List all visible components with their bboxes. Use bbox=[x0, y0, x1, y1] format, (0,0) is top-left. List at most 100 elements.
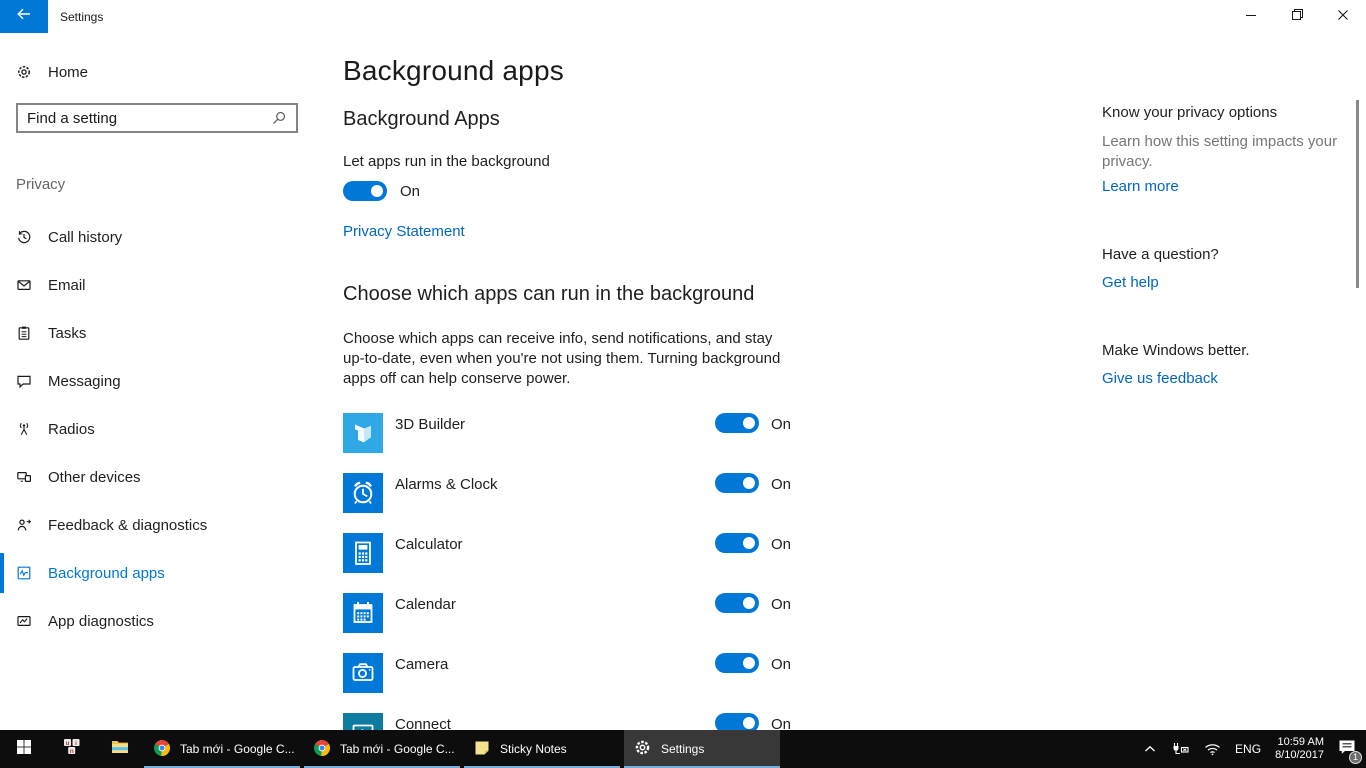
toggle-state-label: On bbox=[400, 183, 420, 200]
sidebar-item-feedback-diagnostics[interactable]: Feedback & diagnostics bbox=[0, 505, 343, 545]
learn-more-link[interactable]: Learn more bbox=[1102, 178, 1179, 195]
toggle-knob bbox=[371, 185, 383, 197]
settings-sidebar: Home Privacy Call history Email Tasks Me… bbox=[0, 33, 343, 730]
sidebar-item-label: Tasks bbox=[48, 325, 86, 342]
main-content: Background apps Background Apps Let apps… bbox=[343, 33, 1103, 730]
sidebar-item-call-history[interactable]: Call history bbox=[0, 217, 343, 257]
tray-date: 8/10/2017 bbox=[1275, 749, 1324, 762]
sidebar-item-background-apps[interactable]: Background apps bbox=[0, 553, 343, 593]
toggle-knob bbox=[743, 597, 755, 609]
search-input[interactable] bbox=[18, 110, 271, 127]
search-icon[interactable] bbox=[271, 110, 287, 126]
toggle-knob bbox=[743, 537, 755, 549]
restore-button[interactable] bbox=[1274, 0, 1320, 33]
back-button[interactable] bbox=[0, 0, 48, 33]
taskbar-button-settings[interactable]: Settings bbox=[624, 730, 780, 768]
sidebar-item-app-diagnostics[interactable]: App diagnostics bbox=[0, 601, 343, 641]
taskbar-button-sticky-notes[interactable]: Sticky Notes bbox=[464, 730, 620, 768]
app-toggle-state: On bbox=[771, 656, 791, 673]
choose-apps-description: Choose which apps can receive info, send… bbox=[343, 329, 795, 389]
make-windows-better-title: Make Windows better. bbox=[1102, 342, 1250, 359]
minimize-button[interactable] bbox=[1228, 0, 1274, 33]
unikey-keyboard-icon: uin bbox=[63, 738, 81, 760]
file-explorer-icon bbox=[111, 739, 129, 760]
file-explorer-button[interactable] bbox=[96, 730, 144, 768]
svg-text:u: u bbox=[66, 740, 70, 747]
wifi-icon[interactable] bbox=[1204, 743, 1221, 756]
call-history-icon bbox=[16, 229, 32, 245]
radios-icon bbox=[16, 421, 32, 437]
app-name: 3D Builder bbox=[395, 416, 465, 433]
camera-toggle[interactable] bbox=[715, 653, 759, 673]
sidebar-item-tasks[interactable]: Tasks bbox=[0, 313, 343, 353]
choose-apps-heading: Choose which apps can run in the backgro… bbox=[343, 283, 754, 306]
back-arrow-icon bbox=[16, 6, 32, 27]
selected-indicator-bar bbox=[0, 553, 4, 593]
sidebar-item-label: App diagnostics bbox=[48, 613, 154, 630]
taskbar-button-label: Tab mới - Google C... bbox=[180, 742, 295, 756]
clock[interactable]: 10:59 AM 8/10/2017 bbox=[1275, 736, 1324, 762]
close-icon bbox=[1337, 8, 1349, 26]
settings-gear-icon bbox=[634, 739, 651, 759]
sidebar-item-email[interactable]: Email bbox=[0, 265, 343, 305]
restore-icon bbox=[1291, 8, 1304, 26]
calendar-toggle[interactable] bbox=[715, 593, 759, 613]
sidebar-item-radios[interactable]: Radios bbox=[0, 409, 343, 449]
3d-builder-toggle[interactable] bbox=[715, 413, 759, 433]
app-name: Camera bbox=[395, 656, 448, 673]
page-title: Background apps bbox=[343, 55, 564, 87]
app-diagnostics-icon bbox=[16, 613, 32, 629]
system-tray: ENG 10:59 AM 8/10/2017 1 bbox=[1144, 730, 1366, 768]
alarms-clock-toggle[interactable] bbox=[715, 473, 759, 493]
messaging-icon bbox=[16, 373, 32, 389]
minimize-icon bbox=[1245, 8, 1257, 26]
vertical-scrollbar[interactable] bbox=[1356, 100, 1359, 288]
sidebar-home-label: Home bbox=[48, 64, 88, 81]
sidebar-item-label: Feedback & diagnostics bbox=[48, 517, 207, 534]
unikey-button[interactable]: uin bbox=[48, 730, 96, 768]
app-row-3d-builder: 3D Builder On bbox=[343, 413, 1103, 453]
app-name: Alarms & Clock bbox=[395, 476, 498, 493]
language-indicator[interactable]: ENG bbox=[1235, 742, 1261, 756]
sidebar-item-other-devices[interactable]: Other devices bbox=[0, 457, 343, 497]
taskbar-button-label: Sticky Notes bbox=[500, 742, 567, 756]
app-row-camera: Camera On bbox=[343, 653, 1103, 693]
chrome-icon bbox=[154, 740, 170, 759]
close-button[interactable] bbox=[1320, 0, 1366, 33]
sidebar-item-label: Radios bbox=[48, 421, 95, 438]
app-toggle-state: On bbox=[771, 536, 791, 553]
taskbar-button-chrome-1[interactable]: Tab mới - Google C... bbox=[144, 730, 300, 768]
calendar-app-icon bbox=[343, 593, 383, 633]
calculator-toggle[interactable] bbox=[715, 533, 759, 553]
give-feedback-link[interactable]: Give us feedback bbox=[1102, 370, 1218, 387]
toggle-knob bbox=[743, 417, 755, 429]
power-plug-icon[interactable] bbox=[1170, 742, 1190, 756]
taskbar-button-chrome-2[interactable]: Tab mới - Google C... bbox=[304, 730, 460, 768]
settings-search bbox=[16, 103, 298, 133]
toggle-knob bbox=[743, 717, 755, 729]
tray-chevron-up-icon[interactable] bbox=[1144, 745, 1156, 753]
svg-text:n: n bbox=[70, 748, 74, 755]
privacy-options-body: Learn how this setting impacts your priv… bbox=[1102, 132, 1342, 172]
toggle-knob bbox=[743, 657, 755, 669]
calculator-app-icon bbox=[343, 533, 383, 573]
window-title: Settings bbox=[60, 0, 103, 33]
camera-app-icon bbox=[343, 653, 383, 693]
privacy-statement-link[interactable]: Privacy Statement bbox=[343, 223, 465, 240]
app-name: Calendar bbox=[395, 596, 456, 613]
sticky-notes-icon bbox=[474, 740, 490, 759]
app-toggle-state: On bbox=[771, 416, 791, 433]
alarms-clock-app-icon bbox=[343, 473, 383, 513]
sidebar-item-messaging[interactable]: Messaging bbox=[0, 361, 343, 401]
sidebar-section-privacy: Privacy bbox=[16, 176, 65, 193]
sidebar-item-home[interactable]: Home bbox=[0, 52, 343, 92]
start-button[interactable] bbox=[0, 730, 48, 768]
action-center-button[interactable]: 1 bbox=[1338, 739, 1356, 760]
have-question-title: Have a question? bbox=[1102, 246, 1219, 263]
background-apps-toggle[interactable] bbox=[343, 181, 387, 201]
get-help-link[interactable]: Get help bbox=[1102, 274, 1159, 291]
svg-text:i: i bbox=[75, 740, 77, 747]
titlebar: Settings bbox=[0, 0, 1366, 33]
app-name: Calculator bbox=[395, 536, 463, 553]
notification-count-badge: 1 bbox=[1349, 751, 1362, 764]
